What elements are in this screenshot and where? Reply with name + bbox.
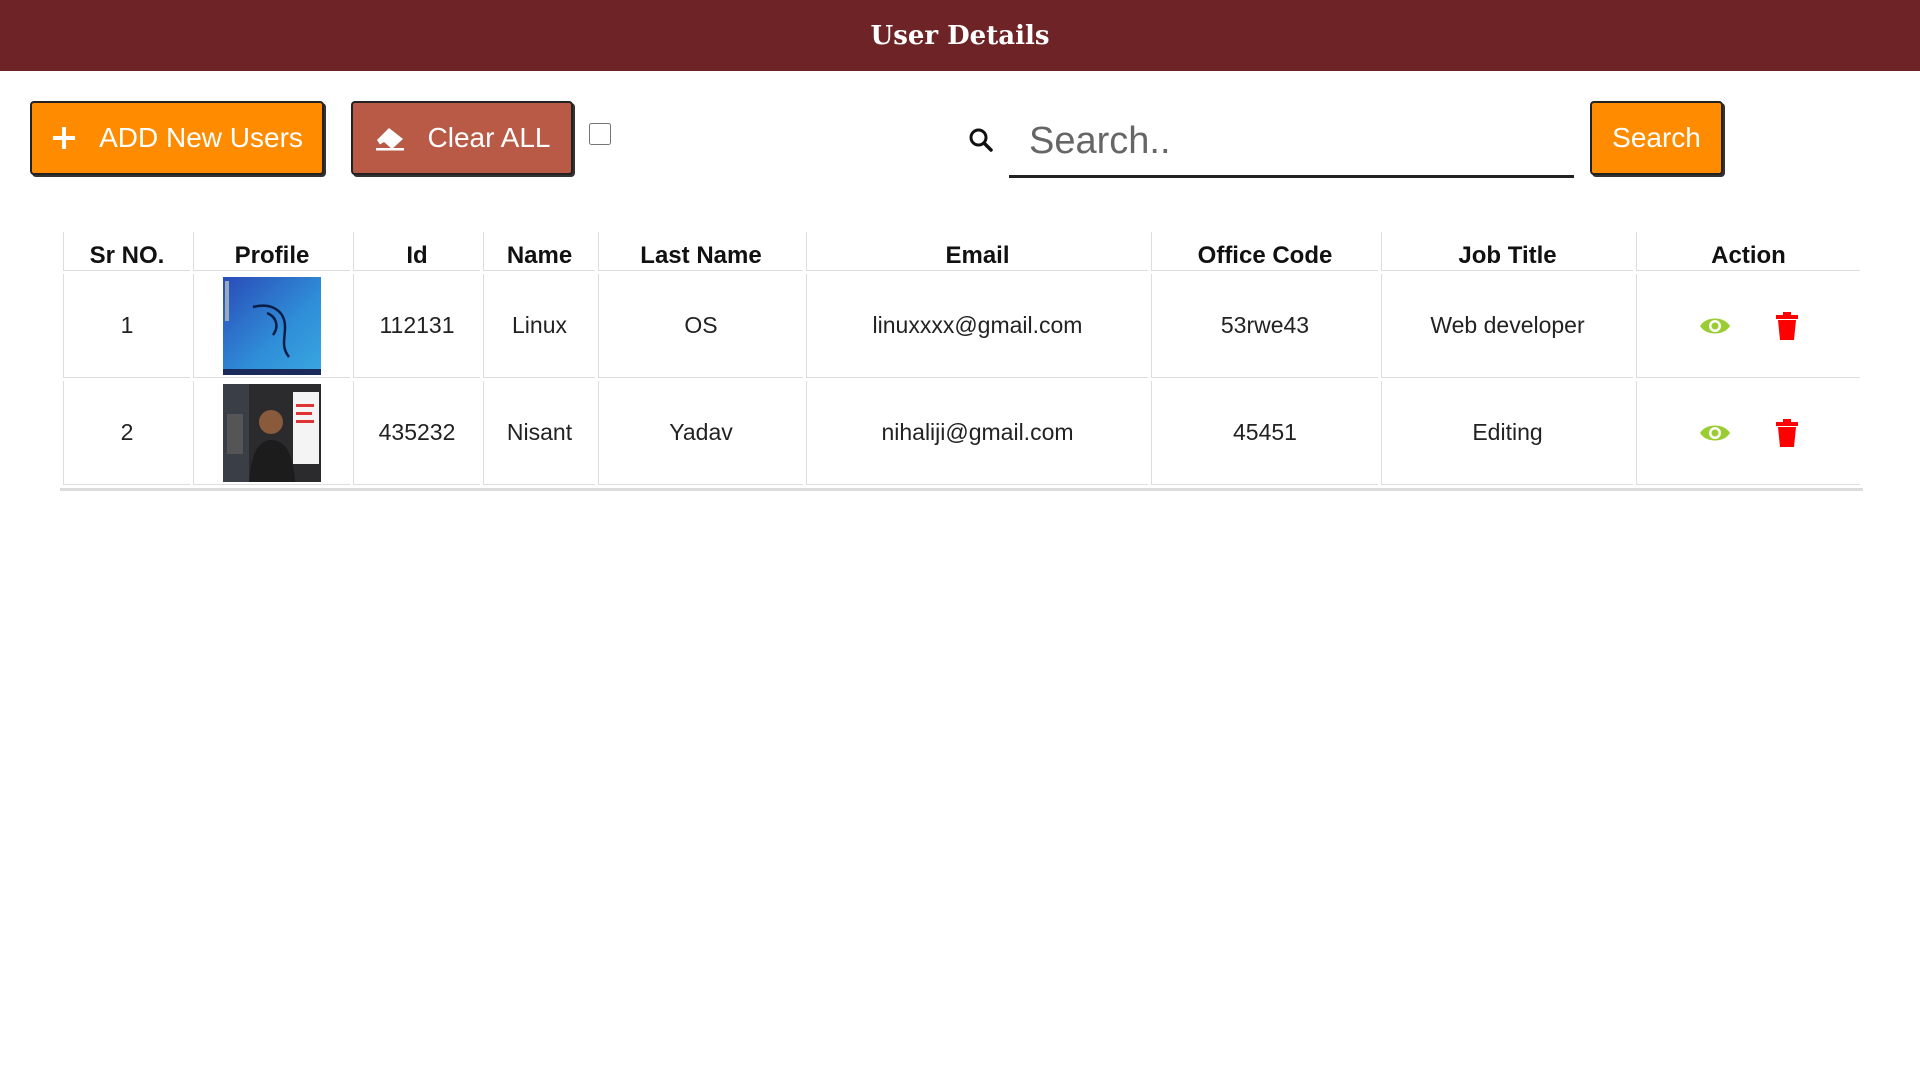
- add-new-users-button[interactable]: ADD New Users: [30, 101, 324, 175]
- id-cell: 112131: [353, 274, 480, 378]
- column-header-job-title: Job Title: [1381, 232, 1633, 271]
- action-cell: [1636, 381, 1860, 485]
- clear-all-label: Clear ALL: [427, 122, 551, 153]
- trash-icon[interactable]: [1775, 418, 1799, 447]
- page-header: User Details: [0, 0, 1920, 71]
- eraser-icon: [374, 125, 406, 151]
- column-header-id: Id: [353, 232, 480, 271]
- table-header-row: Sr NO. Profile Id Name Last Name Email O…: [63, 232, 1860, 271]
- column-header-last-name: Last Name: [598, 232, 803, 271]
- search-icon: [968, 127, 994, 153]
- trash-icon[interactable]: [1775, 311, 1799, 340]
- profile-cell: [193, 381, 350, 485]
- column-header-office-code: Office Code: [1151, 232, 1378, 271]
- profile-cell: [193, 274, 350, 378]
- column-header-profile: Profile: [193, 232, 350, 271]
- job-title-cell: Editing: [1381, 381, 1633, 485]
- users-table: Sr NO. Profile Id Name Last Name Email O…: [60, 229, 1863, 491]
- office-code-cell: 53rwe43: [1151, 274, 1378, 378]
- job-title-cell: Web developer: [1381, 274, 1633, 378]
- eye-icon[interactable]: [1699, 421, 1731, 445]
- column-header-sr-no: Sr NO.: [63, 232, 190, 271]
- office-code-cell: 45451: [1151, 381, 1378, 485]
- id-cell: 435232: [353, 381, 480, 485]
- search-input[interactable]: [1009, 108, 1574, 178]
- name-cell: Linux: [483, 274, 595, 378]
- action-cell: [1636, 274, 1860, 378]
- sr-no-cell: 1: [63, 274, 190, 378]
- search-button-label: Search: [1612, 122, 1701, 153]
- page-title: User Details: [870, 20, 1050, 51]
- add-new-users-label: ADD New Users: [99, 122, 303, 153]
- sr-no-cell: 2: [63, 381, 190, 485]
- email-cell: linuxxxx@gmail.com: [806, 274, 1148, 378]
- email-cell: nihaliji@gmail.com: [806, 381, 1148, 485]
- name-cell: Nisant: [483, 381, 595, 485]
- eye-icon[interactable]: [1699, 314, 1731, 338]
- table-row: 1 112131 Linux OS linuxxxx@gmail.com 53r…: [63, 274, 1860, 378]
- clear-all-button[interactable]: Clear ALL: [351, 101, 573, 175]
- last-name-cell: OS: [598, 274, 803, 378]
- column-header-name: Name: [483, 232, 595, 271]
- column-header-email: Email: [806, 232, 1148, 271]
- search-button[interactable]: Search: [1590, 101, 1723, 175]
- select-all-checkbox[interactable]: [589, 123, 611, 145]
- table-row: 2 435232 Nisant Yadav nihaliji@gmail.com: [63, 381, 1860, 485]
- column-header-action: Action: [1636, 232, 1860, 271]
- profile-image: [223, 276, 321, 375]
- plus-icon: [51, 125, 77, 151]
- profile-image: [223, 383, 321, 482]
- last-name-cell: Yadav: [598, 381, 803, 485]
